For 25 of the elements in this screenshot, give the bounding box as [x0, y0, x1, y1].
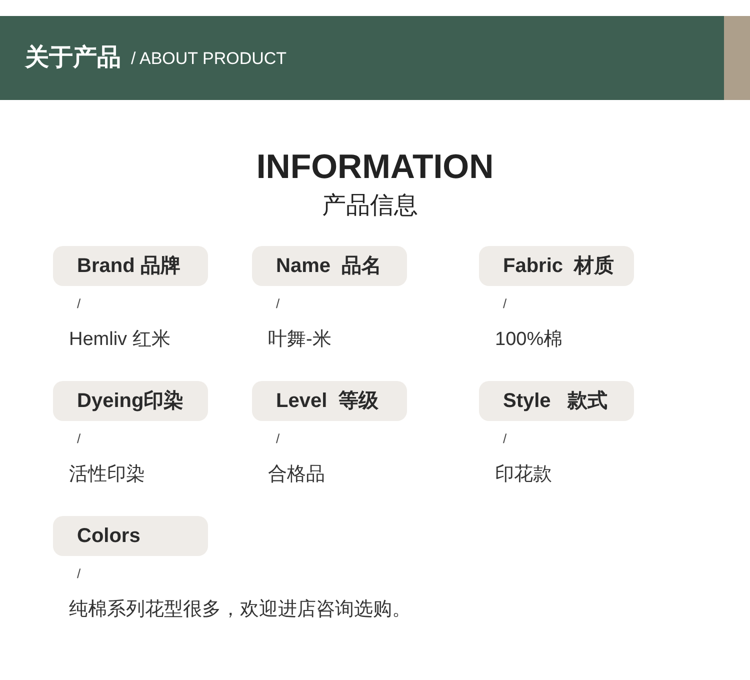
separator-slash: / [77, 430, 81, 448]
info-subtitle: 产品信息 [322, 191, 418, 221]
field-label: Colors [53, 516, 208, 556]
header-title: 关于产品 [25, 43, 121, 73]
separator-slash: / [276, 295, 280, 313]
header-subtitle: / ABOUT PRODUCT [131, 48, 287, 70]
field-value: 纯棉系列花型很多，欢迎进店咨询选购。 [69, 598, 411, 622]
field-value: 印花款 [495, 463, 552, 487]
field-label: Dyeing印染 [53, 381, 208, 421]
field-value: 叶舞-米 [268, 328, 332, 352]
field-value: Hemliv 红米 [69, 328, 170, 352]
field-label: Style 款式 [479, 381, 634, 421]
field-label: Fabric 材质 [479, 246, 634, 286]
separator-slash: / [503, 430, 507, 448]
field-value: 100%棉 [495, 328, 563, 352]
separator-slash: / [77, 295, 81, 313]
separator-slash: / [77, 565, 81, 583]
separator-slash: / [503, 295, 507, 313]
field-value: 合格品 [268, 463, 325, 487]
field-label: Brand 品牌 [53, 246, 208, 286]
info-title: INFORMATION [256, 147, 494, 187]
field-label: Level 等级 [252, 381, 407, 421]
separator-slash: / [276, 430, 280, 448]
field-label: Name 品名 [252, 246, 407, 286]
field-value: 活性印染 [69, 463, 145, 487]
